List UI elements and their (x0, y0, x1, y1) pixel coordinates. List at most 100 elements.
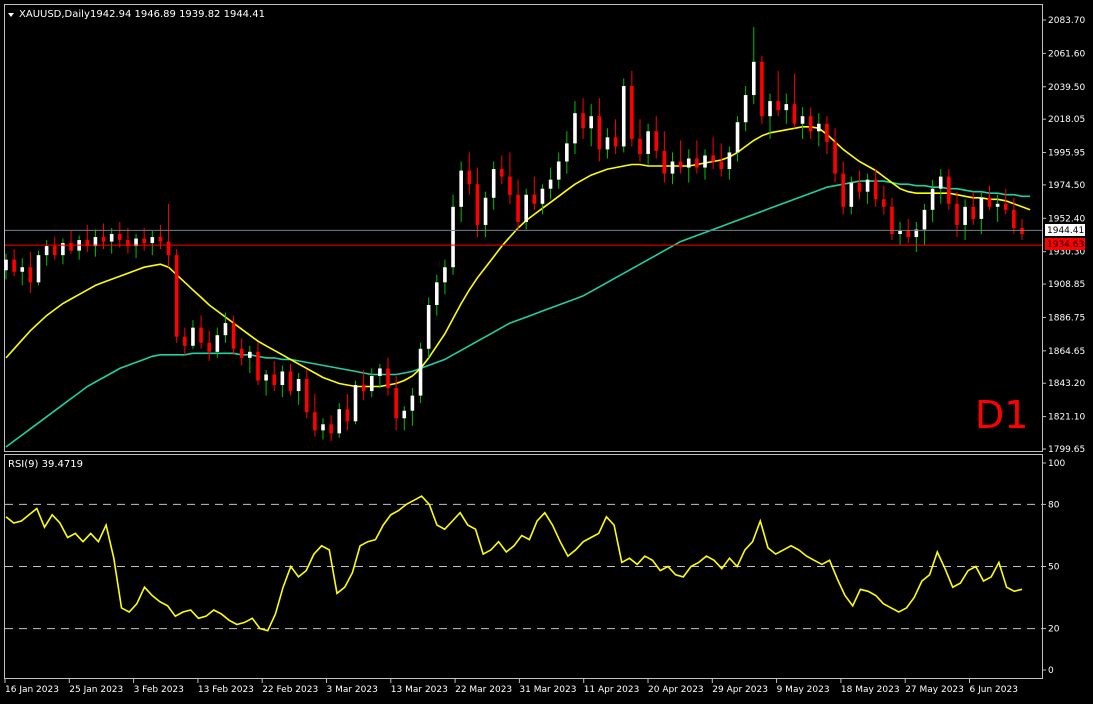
candle-body (418, 348, 423, 396)
candle-body (264, 374, 268, 381)
candle-body (792, 104, 797, 124)
candle-body (426, 304, 431, 349)
candle-body (410, 395, 415, 411)
candle-body (808, 116, 813, 132)
time-tick-label: 13 Mar 2023 (391, 685, 448, 695)
candle-body (979, 197, 984, 219)
candle-body (434, 282, 439, 305)
time-tick-label: 11 Apr 2023 (584, 685, 640, 695)
chart-canvas[interactable]: 2083.70 2061.60 2039.50 2018.05 1995.95 1974.… (0, 0, 1093, 700)
candle-body (337, 409, 342, 434)
price-tick-label: 1821.10 (1048, 413, 1085, 423)
time-tick-label: 3 Mar 2023 (327, 685, 378, 695)
candle-body (711, 155, 715, 162)
candle-body (947, 176, 951, 204)
price-tick-label: 1908.85 (1048, 280, 1085, 290)
candle-body (751, 61, 756, 96)
candle-body (938, 176, 943, 189)
bull-candle (426, 297, 431, 358)
candle-body (735, 122, 740, 153)
rsi-tick-label: 50 (1048, 563, 1060, 573)
candle-body (158, 237, 163, 242)
candle-body (345, 409, 350, 422)
candle-body (321, 424, 325, 431)
candle-body (719, 161, 724, 170)
candle-body (678, 161, 683, 168)
candle-body (402, 410, 407, 419)
candle-body (150, 237, 155, 244)
time-tick-label: 22 Feb 2023 (262, 685, 318, 695)
candle-body (906, 230, 911, 238)
candle-body (207, 342, 211, 352)
rsi-tick-label: 80 (1048, 500, 1060, 510)
time-tick-label: 31 Mar 2023 (519, 685, 576, 695)
candle-body (272, 374, 277, 386)
candle-body (1020, 227, 1024, 235)
candle-body (540, 188, 545, 204)
candle-body (20, 267, 25, 272)
candle-body (467, 170, 472, 185)
candle-body (930, 188, 935, 210)
time-tick-label: 3 Feb 2023 (134, 685, 184, 695)
candle-body (686, 158, 691, 168)
candle-body (987, 197, 992, 207)
candle-body (109, 234, 114, 242)
candle-body (369, 375, 374, 392)
rsi-tick-label: 0 (1048, 666, 1054, 676)
candle-body (825, 123, 829, 142)
timeframe-label: D1 (975, 393, 1028, 437)
time-tick-label: 9 May 2023 (777, 685, 830, 695)
bear-candle (174, 249, 179, 343)
candle-body (378, 368, 382, 376)
candle-body (52, 246, 57, 256)
candle-body (800, 116, 805, 124)
candle-body (857, 182, 862, 192)
candle-body (662, 150, 667, 174)
candle-body (703, 155, 707, 168)
candle-body (646, 131, 650, 154)
candle-body (313, 412, 317, 431)
candle-body (500, 169, 504, 177)
candle-body (776, 101, 780, 111)
candle-body (695, 158, 699, 168)
bid-price-tag: 1944.41 (1047, 226, 1084, 236)
candle-body (532, 194, 537, 204)
candle-body (565, 143, 569, 162)
chart-window[interactable]: 2083.70 2061.60 2039.50 2018.05 1995.95 1974.… (0, 0, 1093, 700)
candle-body (117, 234, 122, 241)
bear-candle (760, 55, 764, 124)
candle-body (288, 371, 293, 392)
price-tick-label: 1799.65 (1048, 445, 1085, 455)
candle-body (1012, 209, 1016, 228)
bull-candle (36, 250, 41, 286)
candle-body (508, 176, 512, 195)
candle-body (882, 199, 886, 207)
candle-body (386, 368, 390, 389)
candle-body (451, 206, 455, 268)
time-tick-label: 18 May 2023 (841, 685, 900, 695)
candle-body (483, 197, 488, 225)
candle-body (28, 267, 33, 283)
price-tick-label: 2039.50 (1048, 83, 1085, 93)
price-tick-label: 1995.95 (1048, 149, 1085, 159)
candle-body (995, 203, 1000, 207)
candle-body (556, 161, 561, 180)
time-tick-label: 6 Jun 2023 (970, 685, 1018, 695)
candle-body (36, 255, 41, 283)
candle-body (142, 238, 146, 244)
candle-body (768, 101, 772, 117)
candle-body (621, 86, 626, 147)
candle-body (865, 179, 870, 192)
candle-body (589, 116, 594, 129)
candle-body (581, 113, 585, 129)
candle-body (963, 206, 967, 225)
candle-body (223, 323, 228, 336)
price-tick-label: 2061.60 (1048, 49, 1085, 59)
candle-body (239, 348, 244, 358)
price-tick-label: 1843.20 (1048, 379, 1085, 389)
candle-body (743, 95, 748, 123)
time-tick-label: 25 Jan 2023 (69, 685, 123, 695)
candle-body (329, 424, 333, 434)
time-tick-label: 22 Mar 2023 (455, 685, 512, 695)
time-tick-label: 27 May 2023 (905, 685, 964, 695)
